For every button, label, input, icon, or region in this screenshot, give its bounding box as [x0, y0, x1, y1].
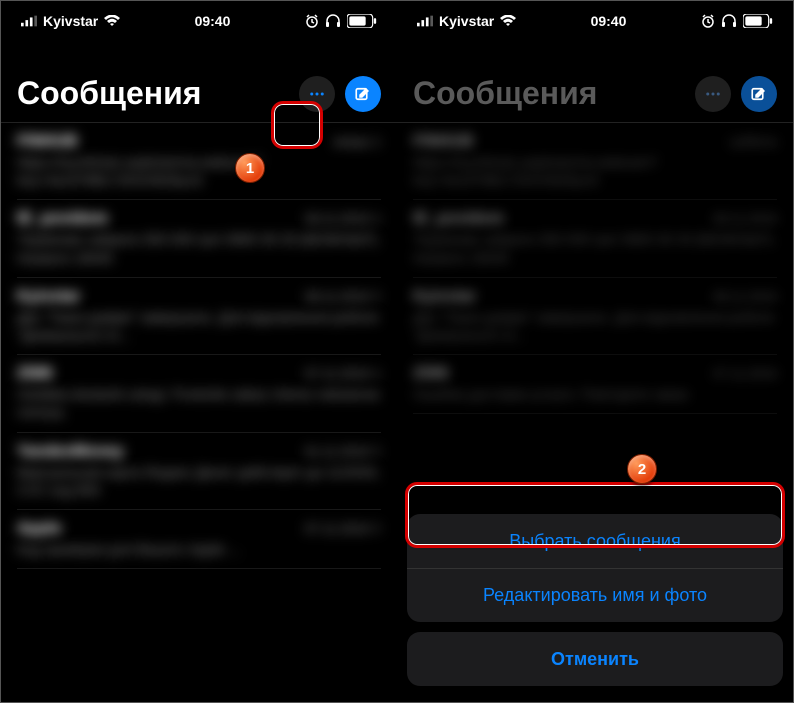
- sheet-select-messages[interactable]: Выбрать сообщения: [407, 514, 783, 568]
- msg-preview: Терміново забрати 350 000 грн! 0800 30 3…: [413, 230, 777, 266]
- chevron-icon: [373, 522, 381, 534]
- signal-icon: [417, 15, 433, 27]
- msg-sender: IE_povidom: [413, 210, 504, 228]
- msg-date: суббота: [729, 134, 777, 149]
- more-button[interactable]: [695, 76, 731, 112]
- msg-preview: Дію "Тижні довіри" завершено. Для віднов…: [413, 308, 777, 344]
- compose-button[interactable]: [345, 76, 381, 112]
- status-bar: Kyivstar 09:40: [397, 1, 793, 35]
- msg-date: 08.11.2019: [305, 289, 369, 304]
- message-item[interactable]: IE_povidom 09.11.2019 Терміново забрати 3…: [17, 200, 381, 277]
- page-title: Сообщения: [17, 75, 289, 112]
- msg-preview: Виртуальная карта Яндекс Денег действует…: [17, 463, 381, 499]
- msg-date: 08.11.2019: [713, 289, 777, 304]
- sheet-edit-name-photo[interactable]: Редактировать имя и фото: [407, 568, 783, 622]
- msg-date: 09.11.2019: [713, 211, 777, 226]
- alarm-icon: [305, 14, 319, 28]
- header: Сообщения: [1, 35, 397, 123]
- messages-list: FINHUB вчера https://my.finhub.ua/photo/n…: [1, 123, 397, 569]
- message-item: 2586 07.11.2019 Ошибка доставки услуги. П…: [413, 355, 777, 414]
- chevron-icon: [373, 213, 381, 225]
- wifi-icon: [104, 15, 120, 27]
- phone-left: Kyivstar 09:40 Сообщения FINHUBвчера htt: [1, 1, 397, 702]
- msg-preview: Код проверки для Вашего Apple ...: [17, 540, 381, 558]
- alarm-icon: [701, 14, 715, 28]
- msg-sender: Kyivstar: [413, 288, 476, 306]
- message-item: Kyivstar 08.11.2019 Дію "Тижні довіри" за…: [413, 278, 777, 355]
- signal-icon: [21, 15, 37, 27]
- clock: 09:40: [195, 13, 231, 29]
- msg-preview: https://my.finhub.ua/photo/na-webcam?key…: [17, 153, 381, 189]
- msg-preview: Oshibka dostavki uslugi. Povtorite zakaz…: [17, 385, 381, 421]
- msg-sender: 2586: [17, 365, 53, 383]
- carrier-label: Kyivstar: [439, 13, 494, 29]
- action-sheet: Выбрать сообщения Редактировать имя и фо…: [407, 514, 783, 686]
- message-item[interactable]: Apple 07.11.2019 Код проверки для Вашего …: [17, 510, 381, 569]
- sheet-cancel[interactable]: Отменить: [407, 632, 783, 686]
- msg-preview: https://my.finhub.ua/photo/na-webcam?key…: [413, 153, 777, 189]
- msg-sender: IE_povidom: [17, 210, 108, 228]
- message-item: FINHUB суббота https://my.finhub.ua/photo…: [413, 123, 777, 200]
- message-item[interactable]: Kyivstar 08.11.2019 Дію "Тижні довіри" за…: [17, 278, 381, 355]
- chevron-icon: [373, 136, 381, 148]
- chevron-icon: [373, 290, 381, 302]
- messages-list: FINHUB суббота https://my.finhub.ua/photo…: [397, 123, 793, 414]
- headphones-icon: [721, 14, 737, 28]
- msg-date: 01.11.2019: [305, 444, 369, 459]
- msg-sender: Apple: [17, 520, 61, 538]
- clock: 09:40: [591, 13, 627, 29]
- status-bar: Kyivstar 09:40: [1, 1, 397, 35]
- msg-sender: FINHUB: [413, 133, 473, 151]
- msg-date: 07.11.2019: [305, 366, 369, 381]
- chevron-icon: [373, 368, 381, 380]
- message-item: IE_povidom 09.11.2019 Терміново забрати 3…: [413, 200, 777, 277]
- msg-date: 07.11.2019: [305, 521, 369, 536]
- msg-date: 09.11.2019: [305, 211, 369, 226]
- headphones-icon: [325, 14, 341, 28]
- page-title: Сообщения: [413, 75, 685, 112]
- msg-preview: Терміново забрати 350 000 грн! 0800 30 3…: [17, 230, 381, 266]
- compose-button[interactable]: [741, 76, 777, 112]
- carrier-label: Kyivstar: [43, 13, 98, 29]
- phone-right: Kyivstar 09:40 Сообщения FINHUBсуббота h: [397, 1, 793, 702]
- msg-sender: Kyivstar: [17, 288, 80, 306]
- message-item[interactable]: YandexMoney 01.11.2019 Виртуальная карта …: [17, 433, 381, 510]
- message-item[interactable]: FINHUB вчера https://my.finhub.ua/photo/n…: [17, 123, 381, 200]
- header: Сообщения: [397, 35, 793, 123]
- msg-date: 07.11.2019: [713, 366, 777, 381]
- message-item[interactable]: 2586 07.11.2019 Oshibka dostavki uslugi. …: [17, 355, 381, 432]
- msg-sender: 2586: [413, 365, 449, 383]
- msg-sender: FINHUB: [17, 133, 77, 151]
- more-button[interactable]: [299, 76, 335, 112]
- msg-preview: Дію "Тижні довіри" завершено. Для віднов…: [17, 308, 381, 344]
- battery-icon: [743, 14, 773, 28]
- msg-date: вчера: [334, 134, 369, 149]
- wifi-icon: [500, 15, 516, 27]
- chevron-icon: [373, 445, 381, 457]
- battery-icon: [347, 14, 377, 28]
- msg-preview: Ошибка доставки услуги. Повторите заказ: [413, 385, 777, 403]
- msg-sender: YandexMoney: [17, 443, 124, 461]
